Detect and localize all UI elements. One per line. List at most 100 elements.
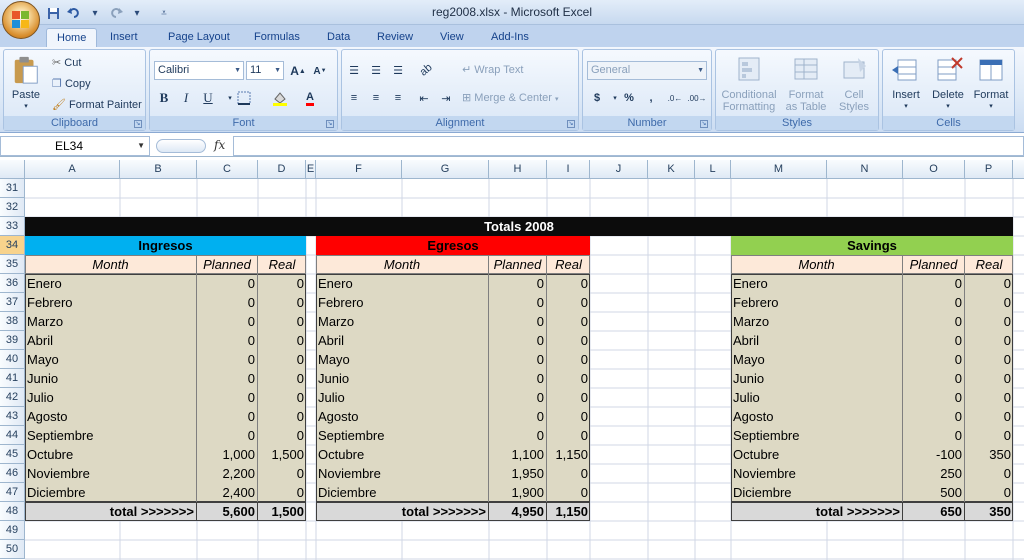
wrap-text-button[interactable]: ↵ Wrap Text [462, 63, 523, 76]
savings-month-cell[interactable]: Julio [731, 388, 903, 407]
egresos-planned-cell[interactable]: 0 [489, 274, 547, 293]
column-header-l[interactable]: L [695, 160, 731, 179]
alignment-launcher-icon[interactable]: ↘ [567, 120, 575, 128]
savings-real-cell[interactable]: 0 [965, 350, 1013, 369]
ingresos-real-cell[interactable]: 0 [258, 464, 306, 483]
egresos-planned-cell[interactable]: 0 [489, 312, 547, 331]
align-left-button[interactable]: ≡ [344, 88, 364, 108]
row-header-43[interactable]: 43 [0, 407, 25, 426]
ingresos-total-planned[interactable]: 5,600 [197, 502, 258, 521]
egresos-planned-cell[interactable]: 0 [489, 426, 547, 445]
ingresos-planned-header[interactable]: Planned [197, 255, 258, 274]
ingresos-real-cell[interactable]: 0 [258, 407, 306, 426]
column-header-q[interactable]: Q [1013, 160, 1024, 179]
column-header-g[interactable]: G [402, 160, 489, 179]
savings-planned-cell[interactable]: 0 [903, 274, 965, 293]
egresos-real-cell[interactable]: 0 [547, 350, 590, 369]
tab-add-ins[interactable]: Add-Ins [481, 28, 539, 47]
egresos-real-cell[interactable]: 0 [547, 312, 590, 331]
tab-page-layout[interactable]: Page Layout [158, 28, 240, 47]
row-header-39[interactable]: 39 [0, 331, 25, 350]
egresos-planned-header[interactable]: Planned [489, 255, 547, 274]
egresos-month-cell[interactable]: Febrero [316, 293, 489, 312]
cell-styles-button[interactable]: Cell Styles [832, 54, 876, 113]
savings-real-cell[interactable]: 0 [965, 426, 1013, 445]
orientation-button[interactable]: ab [416, 60, 436, 80]
egresos-planned-cell[interactable]: 0 [489, 407, 547, 426]
column-header-a[interactable]: A [25, 160, 120, 179]
egresos-month-cell[interactable]: Marzo [316, 312, 489, 331]
ingresos-month-cell[interactable]: Octubre [25, 445, 197, 464]
savings-real-cell[interactable]: 0 [965, 407, 1013, 426]
ingresos-real-cell[interactable]: 0 [258, 388, 306, 407]
savings-planned-cell[interactable]: 0 [903, 426, 965, 445]
column-header-k[interactable]: K [648, 160, 695, 179]
egresos-planned-cell[interactable]: 0 [489, 388, 547, 407]
ingresos-planned-cell[interactable]: 2,200 [197, 464, 258, 483]
row-header-36[interactable]: 36 [0, 274, 25, 293]
egresos-real-cell[interactable]: 0 [547, 464, 590, 483]
egresos-planned-cell[interactable]: 0 [489, 350, 547, 369]
cut-button[interactable]: ✂ Cut [52, 56, 81, 69]
percent-button[interactable]: % [619, 88, 639, 108]
ingresos-planned-cell[interactable]: 1,000 [197, 445, 258, 464]
savings-planned-cell[interactable]: 0 [903, 350, 965, 369]
increase-indent-button[interactable]: ⇥ [436, 88, 456, 108]
shrink-font-button[interactable]: A ▼ [310, 61, 330, 81]
column-header-j[interactable]: J [590, 160, 648, 179]
ingresos-month-cell[interactable]: Mayo [25, 350, 197, 369]
savings-real-cell[interactable]: 0 [965, 388, 1013, 407]
tab-data[interactable]: Data [317, 28, 360, 47]
egresos-real-cell[interactable]: 1,150 [547, 445, 590, 464]
column-header-f[interactable]: F [316, 160, 402, 179]
number-format-combo[interactable]: General ▼ [587, 61, 707, 80]
ingresos-planned-cell[interactable]: 0 [197, 293, 258, 312]
ingresos-month-cell[interactable]: Noviembre [25, 464, 197, 483]
savings-real-cell[interactable]: 350 [965, 445, 1013, 464]
totals-title[interactable]: Totals 2008 [25, 217, 1013, 236]
ingresos-real-cell[interactable]: 0 [258, 312, 306, 331]
column-header-b[interactable]: B [120, 160, 197, 179]
row-header-44[interactable]: 44 [0, 426, 25, 445]
row-header-48[interactable]: 48 [0, 502, 25, 521]
column-header-i[interactable]: I [547, 160, 590, 179]
savings-month-cell[interactable]: Enero [731, 274, 903, 293]
row-header-32[interactable]: 32 [0, 198, 25, 217]
ingresos-real-cell[interactable]: 0 [258, 426, 306, 445]
borders-button[interactable] [234, 88, 254, 108]
tab-insert[interactable]: Insert [100, 28, 148, 47]
ingresos-planned-cell[interactable]: 2,400 [197, 483, 258, 502]
ingresos-month-cell[interactable]: Junio [25, 369, 197, 388]
ingresos-total-label[interactable]: total >>>>>>> [25, 502, 197, 521]
savings-month-cell[interactable]: Febrero [731, 293, 903, 312]
row-header-37[interactable]: 37 [0, 293, 25, 312]
row-header-47[interactable]: 47 [0, 483, 25, 502]
savings-planned-cell[interactable]: 0 [903, 293, 965, 312]
ingresos-total-real[interactable]: 1,500 [258, 502, 306, 521]
savings-month-cell[interactable]: Agosto [731, 407, 903, 426]
egresos-real-cell[interactable]: 0 [547, 293, 590, 312]
tab-home[interactable]: Home [46, 28, 98, 47]
savings-planned-cell[interactable]: 0 [903, 331, 965, 350]
ingresos-month-cell[interactable]: Febrero [25, 293, 197, 312]
egresos-month-cell[interactable]: Septiembre [316, 426, 489, 445]
egresos-planned-cell[interactable]: 1,900 [489, 483, 547, 502]
ingresos-planned-cell[interactable]: 0 [197, 426, 258, 445]
column-header-e[interactable]: E [306, 160, 316, 179]
paste-button[interactable]: Paste ▾ [8, 54, 44, 113]
ingresos-title[interactable]: Ingresos [25, 236, 306, 255]
egresos-month-cell[interactable]: Junio [316, 369, 489, 388]
ingresos-month-cell[interactable]: Enero [25, 274, 197, 293]
savings-real-cell[interactable]: 0 [965, 483, 1013, 502]
egresos-month-cell[interactable]: Julio [316, 388, 489, 407]
font-launcher-icon[interactable]: ↘ [326, 120, 334, 128]
align-middle-button[interactable]: ☰ [366, 60, 386, 80]
ingresos-real-cell[interactable]: 0 [258, 274, 306, 293]
ingresos-planned-cell[interactable]: 0 [197, 331, 258, 350]
egresos-month-cell[interactable]: Noviembre [316, 464, 489, 483]
ingresos-real-cell[interactable]: 0 [258, 369, 306, 388]
egresos-real-cell[interactable]: 0 [547, 407, 590, 426]
savings-planned-cell[interactable]: 0 [903, 369, 965, 388]
egresos-planned-cell[interactable]: 1,950 [489, 464, 547, 483]
egresos-month-cell[interactable]: Mayo [316, 350, 489, 369]
